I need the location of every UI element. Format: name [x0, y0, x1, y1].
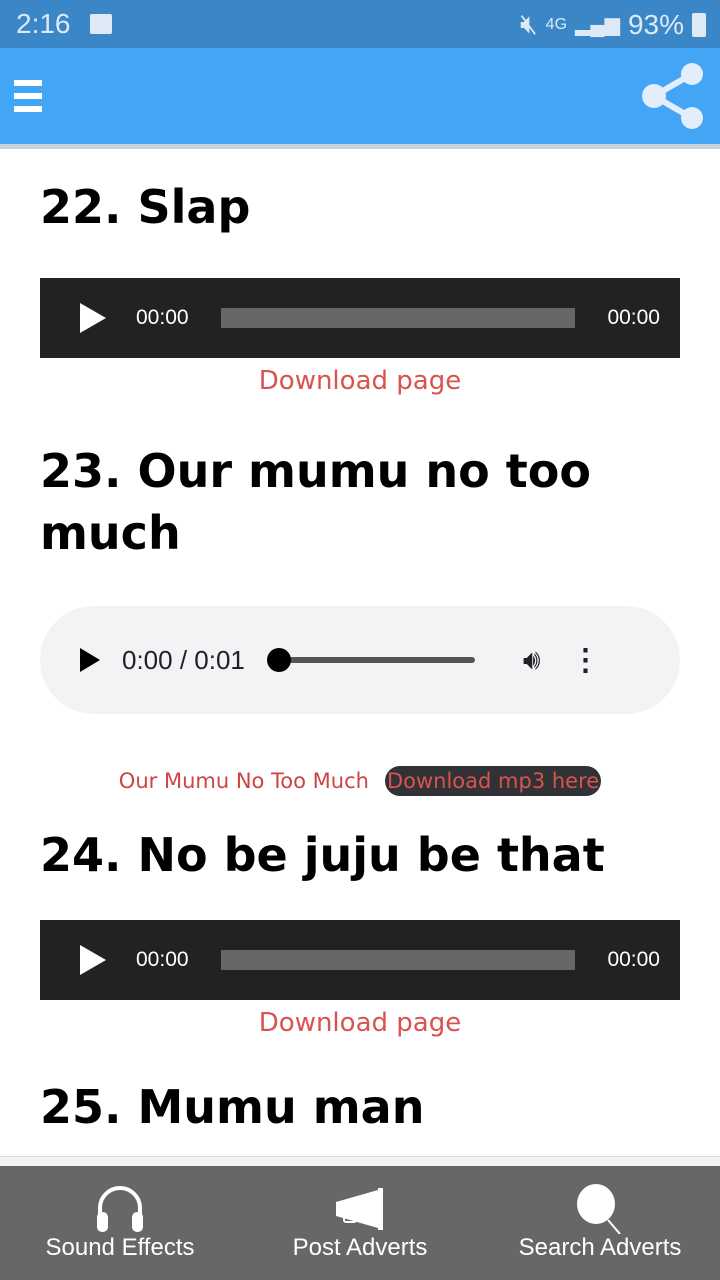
volume-icon[interactable]: 🔊︎	[523, 644, 541, 677]
seek-bar[interactable]	[220, 308, 576, 328]
download-page-link[interactable]: Download page	[40, 366, 680, 396]
app-bar-divider	[0, 144, 720, 149]
audio-player[interactable]: 00:00 00:00	[40, 920, 680, 1000]
nav-label: Search Adverts	[518, 1234, 682, 1261]
network-type: 4G	[545, 15, 568, 33]
bottom-divider	[0, 1156, 720, 1166]
hamburger-icon[interactable]	[14, 80, 42, 119]
app-bar	[0, 48, 720, 144]
duration: 00:00	[607, 306, 660, 329]
battery-icon	[692, 12, 706, 37]
track-caption: Our Mumu No Too Much	[118, 769, 369, 793]
download-mp3-button[interactable]: Download mp3 here	[384, 766, 602, 796]
audio-player[interactable]: 0:00 / 0:01 🔊︎ ⋮	[40, 606, 680, 714]
gallery-notification-icon	[90, 14, 112, 34]
nav-search-adverts[interactable]: Search Adverts	[480, 1166, 720, 1280]
mute-icon: 🔇︎	[520, 8, 538, 39]
signal-icon: ▂▄▆	[575, 14, 620, 36]
section-title: 22. Slap	[40, 180, 251, 234]
status-bar: 2:16 🔇︎ 4G ▂▄▆ 93%	[0, 0, 720, 48]
share-icon[interactable]	[638, 60, 708, 132]
headphones-icon	[97, 1186, 143, 1232]
search-icon	[577, 1184, 621, 1234]
nav-post-adverts[interactable]: Post Adverts	[240, 1166, 480, 1280]
section-title: 25. Mumu man	[40, 1080, 425, 1134]
play-icon[interactable]	[80, 945, 106, 975]
content[interactable]: 22. Slap 00:00 00:00 Download page 23. O…	[40, 150, 680, 1155]
seek-bar[interactable]	[220, 950, 576, 970]
megaphone-icon	[336, 1188, 383, 1230]
time-display: 0:00 / 0:01	[122, 644, 245, 675]
download-row: Our Mumu No Too Much Download mp3 here	[40, 766, 680, 796]
audio-player[interactable]: 00:00 00:00	[40, 278, 680, 358]
nav-label: Sound Effects	[45, 1234, 195, 1261]
more-options-icon[interactable]: ⋮	[571, 643, 601, 678]
duration: 00:00	[607, 948, 660, 971]
nav-sound-effects[interactable]: Sound Effects	[0, 1166, 240, 1280]
battery-percent: 93%	[627, 8, 684, 40]
bottom-nav: Sound Effects Post Adverts Search Advert…	[0, 1166, 720, 1280]
section-title: 23. Our mumu no too much	[40, 444, 591, 560]
current-time: 00:00	[136, 948, 189, 971]
play-icon[interactable]	[80, 648, 100, 672]
seek-bar[interactable]	[266, 648, 475, 672]
seek-knob[interactable]	[266, 648, 291, 672]
status-time: 2:16	[16, 8, 71, 39]
section-title: 24. No be juju be that	[40, 828, 605, 882]
play-icon[interactable]	[80, 303, 106, 333]
download-page-link[interactable]: Download page	[40, 1008, 680, 1038]
current-time: 00:00	[136, 306, 189, 329]
nav-label: Post Adverts	[292, 1234, 428, 1261]
